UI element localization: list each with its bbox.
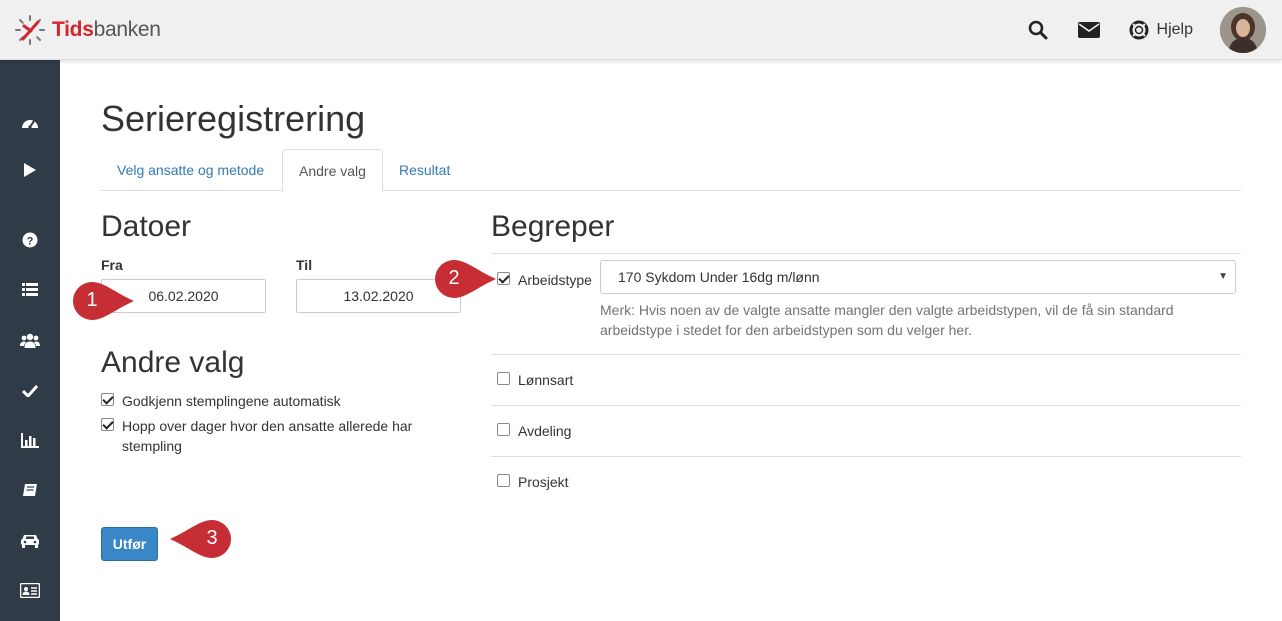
callout-1: 1	[70, 280, 136, 322]
list-icon	[22, 282, 38, 296]
sidebar-item-docs[interactable]	[0, 475, 60, 505]
tab-bar: Velg ansatte og metode Andre valg Result…	[101, 149, 1241, 192]
arbeidstype-label: Arbeidstype	[518, 272, 592, 288]
divider	[491, 253, 1241, 254]
help-button[interactable]: Hjelp	[1129, 20, 1193, 40]
prosjekt-row: Prosjekt	[497, 472, 569, 492]
divider	[491, 456, 1241, 457]
terms-title: Begreper	[491, 210, 615, 243]
arbeidstype-note: Merk: Hvis noen av de valgte ansatte man…	[600, 302, 1174, 338]
dashboard-icon	[22, 120, 38, 129]
from-label: Fra	[101, 257, 123, 273]
arbeidstype-selected: 170 Sykdom Under 16dg m/lønn	[618, 269, 820, 285]
page-title: Serieregistrering	[101, 98, 366, 139]
sidebar-item-approve[interactable]	[0, 375, 60, 405]
tidsbanken-logo[interactable]: Tidsbanken	[14, 14, 161, 46]
lifebuoy-icon	[1129, 20, 1149, 40]
car-icon	[21, 534, 39, 548]
tab-resultat[interactable]: Resultat	[383, 149, 466, 191]
sidebar-item-list[interactable]	[0, 274, 60, 304]
divider	[491, 405, 1241, 406]
svg-text:?: ?	[27, 236, 34, 248]
prosjekt-checkbox[interactable]	[497, 474, 510, 487]
caret-down-icon: ▼	[1218, 271, 1228, 282]
sidebar-item-profile[interactable]	[0, 575, 60, 605]
play-icon	[24, 163, 36, 177]
avdeling-label: Avdeling	[518, 423, 572, 439]
top-bar: Tidsbanken Hjelp	[0, 0, 1282, 60]
sidebar-item-reports[interactable]	[0, 425, 60, 455]
sidebar-item-travel[interactable]	[0, 525, 60, 555]
auto-approve-checkbox[interactable]	[101, 393, 114, 406]
logo-text: Tidsbanken	[52, 18, 161, 41]
lonnsart-checkbox[interactable]	[497, 372, 510, 385]
option-auto-approve: Godkjenn stemplingene automatisk	[101, 391, 441, 411]
option-skip-days: Hopp over dager hvor den ansatte allered…	[101, 416, 441, 456]
lonnsart-row: Lønnsart	[497, 370, 573, 390]
book-icon	[23, 483, 37, 496]
arbeidstype-row: Arbeidstype	[497, 270, 592, 290]
auto-approve-label: Godkjenn stemplingene automatisk	[122, 393, 341, 409]
sidebar-item-users[interactable]	[0, 325, 60, 355]
users-icon	[20, 333, 40, 348]
avdeling-checkbox[interactable]	[497, 423, 510, 436]
other-options-title: Andre valg	[101, 346, 245, 379]
avdeling-row: Avdeling	[497, 421, 571, 441]
search-icon[interactable]	[1028, 20, 1048, 40]
sidebar-item-play[interactable]	[0, 155, 60, 185]
clock-logo-icon	[15, 15, 45, 45]
check-icon	[22, 384, 38, 397]
id-card-icon	[20, 582, 40, 598]
skip-days-label: Hopp over dager hvor den ansatte allered…	[122, 418, 413, 454]
tab-velg-ansatte[interactable]: Velg ansatte og metode	[101, 149, 280, 191]
user-avatar[interactable]	[1220, 7, 1266, 53]
divider	[491, 354, 1241, 355]
question-icon: ?	[22, 232, 38, 248]
tab-andre-valg[interactable]: Andre valg	[282, 149, 383, 192]
arbeidstype-select[interactable]: 170 Sykdom Under 16dg m/lønn ▼	[600, 260, 1236, 294]
mail-icon[interactable]	[1077, 22, 1100, 38]
to-label: Til	[296, 257, 313, 273]
skip-days-checkbox[interactable]	[101, 418, 114, 431]
bar-chart-icon	[21, 432, 39, 448]
sidebar-item-dashboard[interactable]	[0, 107, 60, 137]
sidebar: ?	[0, 60, 60, 621]
callout-3: 3	[168, 518, 234, 560]
sidebar-item-help[interactable]: ?	[0, 225, 60, 255]
prosjekt-label: Prosjekt	[518, 474, 569, 490]
lonnsart-label: Lønnsart	[518, 372, 574, 388]
help-label: Hjelp	[1156, 21, 1193, 38]
arbeidstype-checkbox[interactable]	[497, 272, 510, 285]
execute-button[interactable]: Utfør	[101, 527, 158, 561]
callout-2: 2	[430, 258, 498, 300]
dates-section-title: Datoer	[101, 210, 192, 243]
